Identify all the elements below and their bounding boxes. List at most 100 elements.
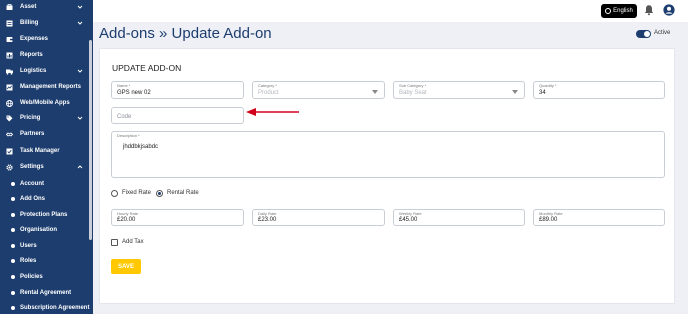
rental-rate-radio[interactable] (156, 190, 163, 197)
sidebar-subitem-label: Protection Plans (20, 212, 68, 218)
sidebar-item-web-mobile-apps[interactable]: Web/Mobile Apps (0, 96, 93, 110)
sidebar-subitem-policies[interactable]: Policies (0, 270, 93, 284)
sidebar-item-management-reports[interactable]: Management Reports (0, 80, 93, 94)
quantity-label: Quantity * (539, 83, 557, 88)
page-title: Add-ons » Update Add-on (99, 25, 272, 42)
sidebar-item-reports[interactable]: Reports (0, 48, 93, 62)
bullet-icon (11, 228, 15, 232)
daily-rate-field[interactable]: Daily Rate £23.00 (252, 209, 385, 226)
name-label: Name * (117, 83, 131, 88)
sidebar-item-label: Reports (20, 52, 43, 58)
sidebar-item-label: Management Reports (20, 84, 82, 90)
sidebar-subitem-subscription-agreement[interactable]: Subscription Agreement (0, 301, 93, 314)
hourly-rate-value: £20.00 (117, 217, 136, 223)
sidebar-subitem-organisation[interactable]: Organisation (0, 223, 93, 237)
language-button[interactable]: English (601, 4, 637, 18)
category-value: Product (258, 90, 279, 96)
category-select[interactable]: Category * Product (252, 81, 385, 99)
monthly-rate-field[interactable]: Monthly Rate £89.00 (533, 209, 665, 226)
chevron-down-icon (77, 5, 83, 9)
active-toggle[interactable] (636, 30, 651, 38)
sidebar-item-expenses[interactable]: Expenses (0, 32, 93, 46)
sidebar-item-pricing[interactable]: Pricing (0, 111, 93, 125)
sidebar-subitem-add-ons[interactable]: Add Ons (0, 192, 93, 206)
sidebar-subitem-label: Users (20, 243, 37, 249)
sidebar-item-label: Asset (20, 4, 37, 10)
description-value: jhddbkjsabdc (123, 144, 159, 150)
user-icon[interactable] (663, 4, 675, 16)
sidebar-subitem-label: Roles (20, 258, 37, 264)
hourly-rate-label: Hourly Rate (117, 211, 139, 216)
sidebar-item-billing[interactable]: Billing (0, 16, 93, 30)
add-tax-label: Add Tax (122, 239, 144, 245)
tag-icon (6, 115, 13, 122)
sidebar-item-task-manager[interactable]: Task Manager (0, 144, 93, 158)
save-button[interactable]: SAVE (111, 259, 141, 274)
sidebar-item-label: Settings (20, 164, 44, 170)
daily-rate-label: Daily Rate (258, 211, 277, 216)
description-field[interactable]: Description * jhddbkjsabdc (111, 131, 665, 178)
sidebar-subitem-account[interactable]: Account (0, 177, 93, 191)
hourly-rate-field[interactable]: Hourly Rate £20.00 (111, 209, 244, 226)
sidebar-subitem-rental-agreement[interactable]: Rental Agreement (0, 286, 93, 300)
globe-icon (6, 99, 13, 107)
handshake-icon (6, 131, 13, 138)
sidebar-subitem-label: Policies (20, 274, 43, 280)
asset-icon (6, 3, 13, 11)
language-label: English (613, 8, 633, 14)
fixed-rate-radio[interactable] (111, 190, 118, 197)
chevron-down-icon (77, 116, 83, 120)
update-addon-card: UPDATE ADD-ON Name * GPS new 02 Category… (99, 48, 675, 304)
name-field[interactable]: Name * GPS new 02 (111, 81, 244, 99)
reports-icon (6, 52, 13, 59)
active-label: Active (654, 30, 671, 36)
sidebar-subitem-label: Add Ons (20, 196, 45, 202)
bullet-icon (11, 213, 15, 217)
sidebar-item-label: Task Manager (20, 148, 60, 154)
bullet-icon (11, 259, 15, 263)
chevron-down-icon (77, 21, 83, 25)
subcategory-label: Sub Category * (399, 83, 427, 88)
name-value: GPS new 02 (117, 90, 151, 96)
bullet-icon (11, 244, 15, 248)
monthly-rate-label: Monthly Rate (539, 211, 563, 216)
weekly-rate-field[interactable]: Weekly Rate £45.00 (393, 209, 525, 226)
sidebar-item-label: Partners (20, 131, 45, 137)
weekly-rate-label: Weekly Rate (399, 211, 422, 216)
form-heading: UPDATE ADD-ON (112, 63, 182, 73)
sidebar-scrollbar[interactable] (89, 40, 92, 240)
sidebar-subitem-protection-plans[interactable]: Protection Plans (0, 208, 93, 222)
code-placeholder: Code (117, 114, 132, 120)
daily-rate-value: £23.00 (258, 217, 277, 223)
sidebar-subitem-users[interactable]: Users (0, 239, 93, 253)
sidebar-subitem-label: Account (20, 181, 44, 187)
topbar: English (93, 0, 688, 22)
sidebar-subitem-label: Organisation (20, 227, 58, 233)
sidebar-subitem-label: Subscription Agreement (20, 305, 90, 311)
fixed-rate-label: Fixed Rate (122, 190, 152, 196)
management-reports-icon (6, 84, 13, 91)
description-label: Description * (117, 133, 140, 138)
sidebar-item-label: Pricing (20, 115, 41, 121)
sidebar-item-logistics[interactable]: Logistics (0, 64, 93, 78)
sidebar-subitem-label: Rental Agreement (20, 290, 72, 296)
sidebar-item-asset[interactable]: Asset (0, 0, 93, 14)
add-tax-checkbox[interactable] (111, 239, 118, 246)
category-label: Category * (258, 83, 277, 88)
sidebar-item-settings[interactable]: Settings (0, 160, 93, 174)
toggle-knob (644, 31, 650, 37)
sidebar-subitem-roles[interactable]: Roles (0, 254, 93, 268)
logistics-icon (6, 68, 13, 75)
monthly-rate-value: £89.00 (539, 217, 558, 223)
sidebar-item-label: Billing (20, 20, 39, 26)
subcategory-select[interactable]: Sub Category * Baby Seat (393, 81, 525, 99)
sidebar: Asset Billing Expenses Reports Logistics… (0, 0, 93, 314)
bell-icon[interactable] (643, 4, 655, 16)
quantity-field[interactable]: Quantity * 34 (533, 81, 665, 99)
bullet-icon (11, 291, 15, 295)
chevron-down-icon (77, 69, 83, 73)
expenses-icon (6, 36, 13, 43)
sidebar-item-partners[interactable]: Partners (0, 127, 93, 141)
code-field[interactable]: Code (111, 107, 244, 124)
subcategory-value: Baby Seat (399, 90, 427, 96)
